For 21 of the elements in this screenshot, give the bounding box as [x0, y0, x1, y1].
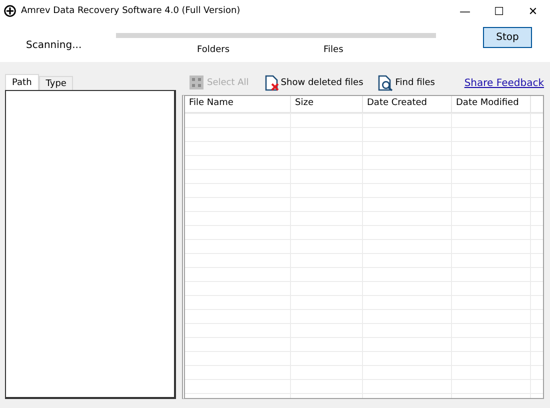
column-header[interactable]: Size	[291, 96, 363, 112]
file-search-icon	[377, 75, 394, 91]
folders-label: Folders	[197, 45, 230, 55]
share-feedback-link[interactable]: Share Feedback	[464, 78, 544, 88]
file-delete-icon	[262, 75, 279, 91]
toolbar-button[interactable]: Find files	[377, 75, 435, 91]
minimize-button[interactable]: —	[448, 4, 482, 18]
window-title: Amrev Data Recovery Software 4.0 (Full Version)	[21, 6, 240, 16]
close-button[interactable]: ✕	[516, 4, 550, 18]
scanning-status: Scanning...	[25, 39, 83, 51]
maximize-button[interactable]: ☐	[482, 4, 516, 18]
stop-button[interactable]: Stop	[483, 27, 532, 48]
toolbar-button[interactable]: Show deleted files	[262, 75, 364, 91]
column-header[interactable]: Date Created	[363, 96, 452, 112]
app-logo-icon	[4, 5, 16, 17]
column-header[interactable]: Date Modified	[452, 96, 531, 112]
column-header[interactable]: File Name	[185, 96, 291, 112]
files-label: Files	[324, 45, 344, 55]
tab[interactable]: Type	[38, 76, 74, 90]
grid-icon	[189, 75, 205, 91]
tab[interactable]: Path	[5, 74, 39, 90]
